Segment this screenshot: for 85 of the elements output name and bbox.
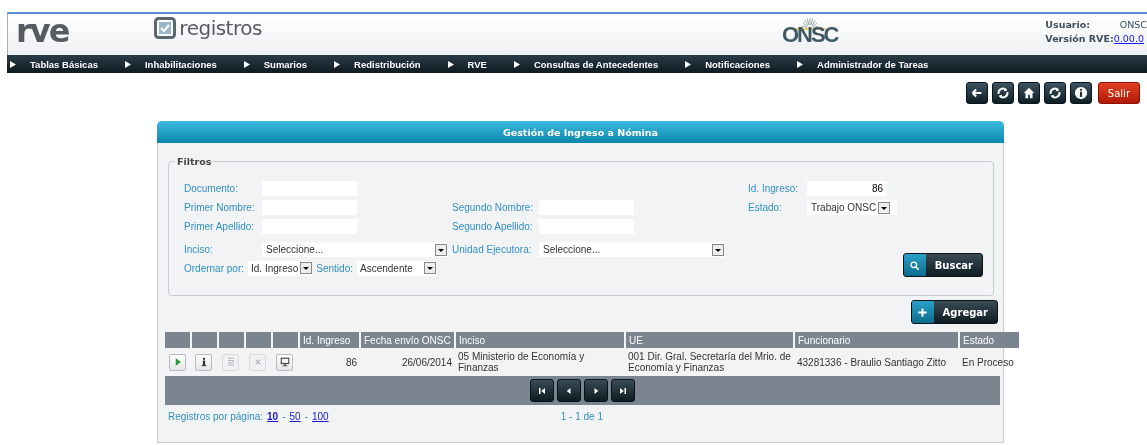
version-label: Versión RVE:: [1045, 33, 1114, 44]
panel-title: Gestión de Ingreso a Nómina: [157, 121, 1004, 143]
field-label: Id. Ingreso:: [748, 183, 800, 194]
back-arrow-icon: [969, 86, 984, 100]
menu-item[interactable]: Redistribución: [334, 58, 421, 70]
triangle-icon: [124, 60, 131, 68]
separator: -: [282, 411, 286, 422]
info-icon: [1073, 86, 1088, 100]
user-label: Usuario:: [1045, 19, 1092, 30]
triangle-icon: [334, 60, 341, 68]
version-link[interactable]: 0.00.0: [1113, 33, 1144, 44]
menu-item[interactable]: Notificaciones: [685, 58, 771, 70]
table-cell: 43281336 - Braulio Santiago Zitto: [794, 348, 959, 376]
column-header: Funcionario: [794, 332, 959, 348]
table-cell: 86: [299, 348, 360, 376]
user-name: ONSC: [1119, 19, 1147, 30]
field-label: Inciso:: [184, 244, 214, 255]
search-button[interactable]: Buscar: [902, 253, 983, 277]
select-field[interactable]: Id. Ingreso: [248, 260, 313, 276]
menu-item[interactable]: Consultas de Antecedentes: [513, 58, 659, 70]
logout-button[interactable]: Salir: [1097, 82, 1140, 104]
record-range: 1 - 1 de 1: [560, 411, 603, 422]
select-field[interactable]: Ascendente: [357, 260, 436, 276]
menu-item[interactable]: Administrador de Tareas: [797, 58, 929, 70]
add-button[interactable]: Agregar: [910, 300, 998, 324]
field-label: Primer Nombre:: [184, 202, 256, 213]
home-icon: [1021, 86, 1036, 100]
table-cell: 26/06/2014: [360, 348, 455, 376]
field-label: Sentido:: [316, 262, 353, 274]
triangle-icon: [797, 60, 804, 68]
table-cell: 001 Dir. Gral. Secretaría del Mrio. de Economía y Finanzas: [625, 348, 794, 376]
field-label: Ordernar por:: [184, 262, 245, 274]
column-header: Inciso: [455, 332, 625, 348]
page-size-link[interactable]: 10: [267, 411, 279, 422]
app-name: registros: [179, 15, 262, 40]
menu-item[interactable]: Sumarios: [243, 58, 308, 70]
table-cell: 05 Ministerio de Economía y Finanzas: [455, 348, 625, 376]
table-cell: En Proceso: [959, 348, 1019, 376]
last-page-button[interactable]: [611, 379, 635, 402]
field-label: Segundo Nombre:: [452, 202, 535, 213]
triangle-icon: [447, 60, 454, 68]
page-size-label: Registros por página:: [168, 411, 264, 422]
filter-legend: Filtros: [175, 156, 214, 167]
checkbox-icon: [154, 16, 177, 39]
select-field[interactable]: Seleccione...: [539, 242, 724, 257]
first-page-button[interactable]: [530, 379, 554, 402]
refresh-button[interactable]: [1043, 82, 1066, 104]
next-button[interactable]: [584, 379, 608, 402]
column-header: Fecha envío ONSC: [360, 332, 455, 348]
separator: -: [304, 411, 308, 422]
back-button[interactable]: [965, 82, 988, 104]
search-icon: [909, 259, 921, 271]
field-label: Segundo Apellido:: [452, 221, 534, 232]
monitor-button[interactable]: [276, 353, 293, 371]
play-button[interactable]: [169, 353, 186, 371]
select-field[interactable]: Trabajo ONSC: [807, 200, 897, 215]
column-header: Id. Ingreso: [299, 332, 360, 348]
info-button[interactable]: [1069, 82, 1092, 104]
triangle-icon: [513, 60, 520, 68]
organization-logo: ONSC: [781, 23, 838, 46]
field-label: Estado:: [748, 202, 783, 213]
text-field[interactable]: 86: [807, 181, 887, 196]
refresh-button[interactable]: [991, 82, 1014, 104]
menu-item[interactable]: Inhabilitaciones: [124, 58, 217, 70]
column-header: Estado: [959, 332, 1019, 348]
logo: rve: [16, 14, 69, 47]
triangle-icon: [10, 60, 16, 68]
field-label: Primer Apellido:: [184, 221, 256, 232]
column-header: UE: [625, 332, 794, 348]
select-field[interactable]: Seleccione...: [262, 242, 447, 257]
info-button[interactable]: [195, 353, 212, 371]
menu-item[interactable]: Tablas Básicas: [10, 58, 98, 70]
previous-button[interactable]: [557, 379, 581, 402]
field-label: Documento:: [184, 183, 239, 194]
monitor-icon: [278, 356, 291, 368]
refresh-icon: [1047, 86, 1062, 100]
menu-item[interactable]: RVE: [447, 58, 487, 70]
triangle-icon: [685, 60, 692, 68]
refresh-icon: [995, 86, 1010, 100]
page-size-link[interactable]: 100: [312, 411, 329, 422]
field-label: Unidad Ejecutora:: [452, 244, 533, 255]
triangle-icon: [243, 60, 250, 68]
home-button[interactable]: [1017, 82, 1040, 104]
plus-icon: [917, 306, 929, 318]
page-size-link[interactable]: 50: [289, 411, 301, 422]
